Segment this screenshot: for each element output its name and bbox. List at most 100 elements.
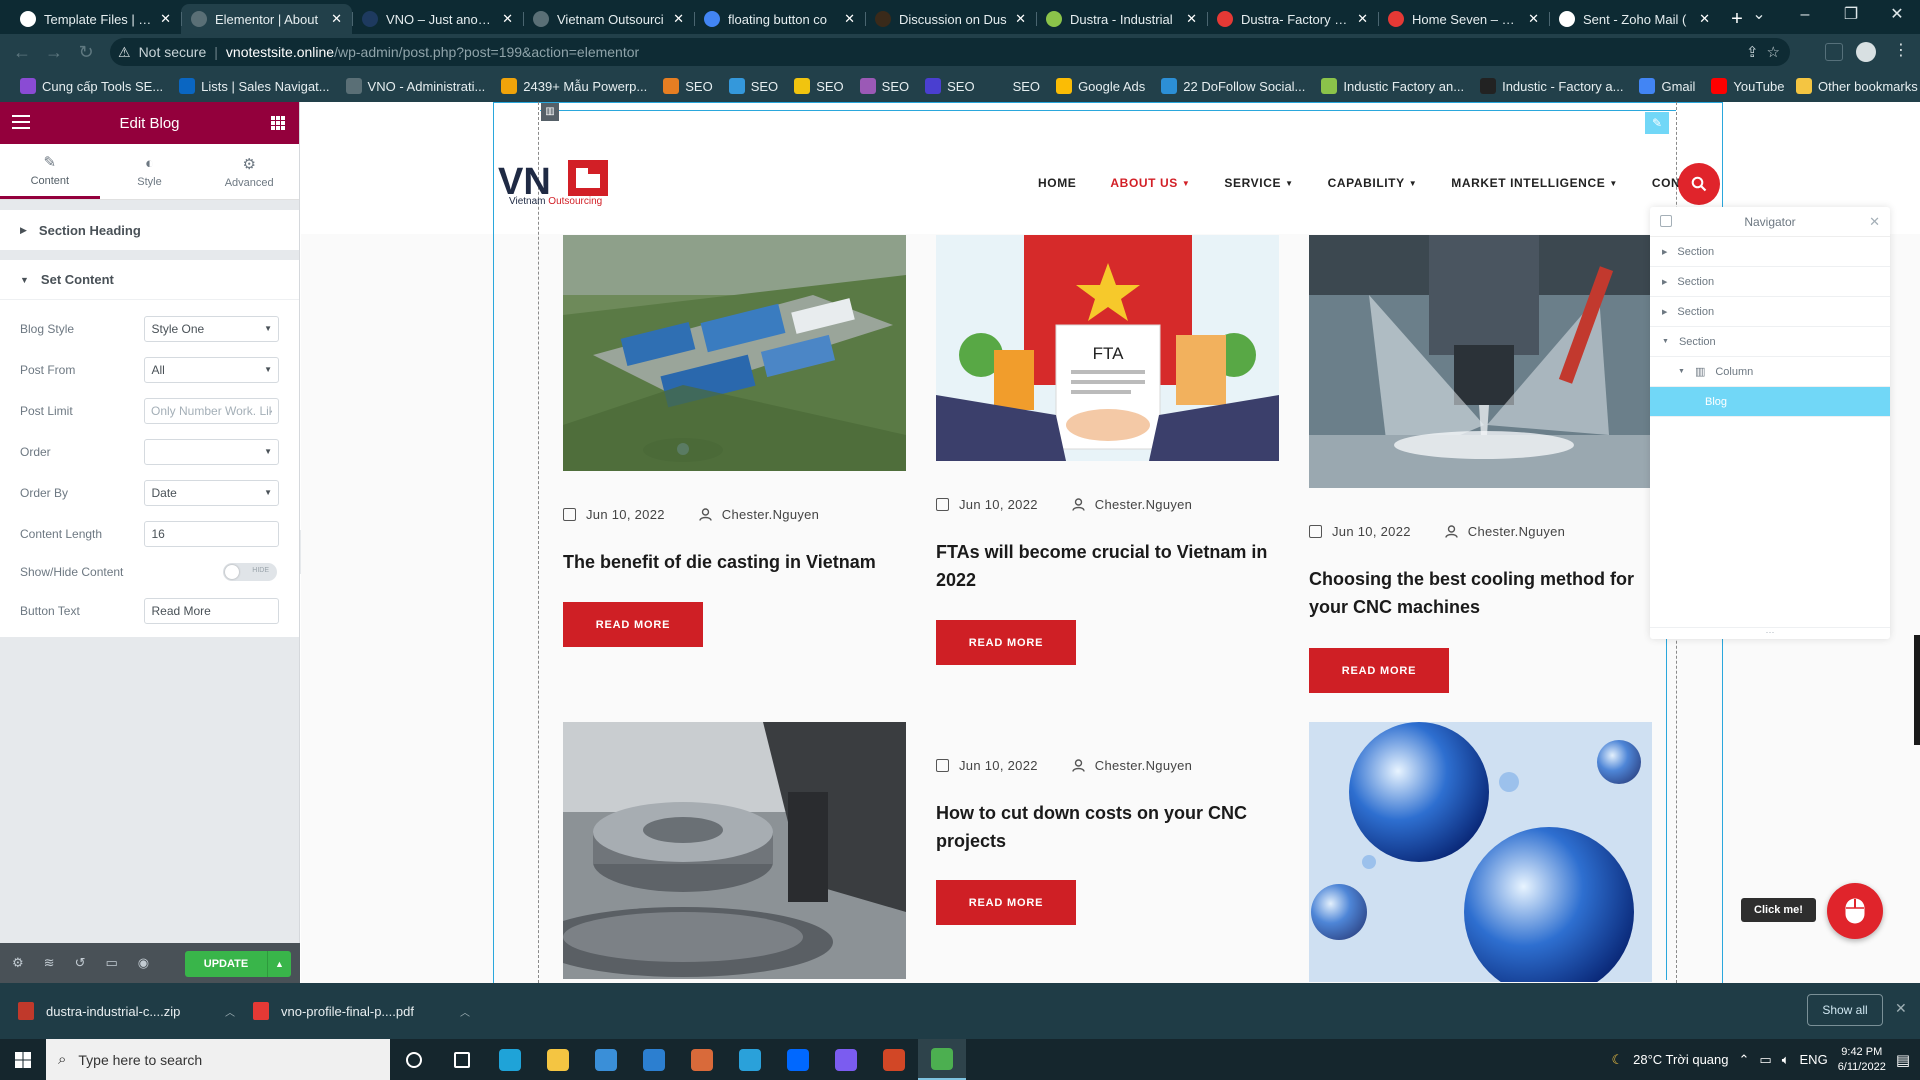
bookmark-item[interactable]: Gmail bbox=[1631, 78, 1703, 94]
section-heading-toggle[interactable]: ▶ Section Heading bbox=[0, 210, 299, 250]
taskbar-search-input[interactable]: ⌕ Type here to search bbox=[46, 1039, 390, 1080]
browser-tab[interactable]: Dustra - Industrial ✕ bbox=[1036, 4, 1207, 34]
show-hide-toggle[interactable]: HIDE bbox=[223, 563, 277, 581]
bookmark-item[interactable]: YouTube bbox=[1703, 78, 1792, 94]
preview-eye-icon[interactable]: ◉ bbox=[138, 955, 149, 971]
post-title[interactable]: The benefit of die casting in Vietnam bbox=[563, 548, 908, 576]
extensions-icon[interactable] bbox=[1825, 43, 1843, 61]
download-item[interactable]: vno-profile-final-p....pdf ︿ bbox=[235, 1002, 470, 1020]
chevron-up-icon[interactable]: ⌃ bbox=[1739, 1052, 1750, 1068]
post-title[interactable]: Choosing the best cooling method for you… bbox=[1309, 565, 1654, 621]
url-field[interactable]: ⚠ Not secure | vnotestsite.online/wp-adm… bbox=[110, 38, 1790, 66]
caret-right-icon[interactable]: ▶ bbox=[1662, 248, 1667, 256]
forward-icon[interactable]: → bbox=[38, 42, 70, 63]
post-limit-input[interactable]: Only Number Work. Lik bbox=[144, 397, 279, 424]
store-icon[interactable] bbox=[582, 1039, 630, 1080]
bookmark-item[interactable]: SEO bbox=[983, 78, 1048, 94]
chevron-up-icon[interactable]: ︿ bbox=[225, 1004, 235, 1019]
browser-tab[interactable]: Dustra- Factory Inc ✕ bbox=[1207, 4, 1378, 34]
browser-tab[interactable]: Discussion on Dus ✕ bbox=[865, 4, 1036, 34]
post-author[interactable]: Chester.Nguyen bbox=[1095, 497, 1192, 512]
nav-item-about-us[interactable]: ABOUT US ▼ bbox=[1093, 176, 1207, 190]
weather-text[interactable]: 28°C Trời quang bbox=[1633, 1052, 1728, 1067]
history-icon[interactable]: ↺ bbox=[75, 955, 86, 971]
browser-tab[interactable]: Sent - Zoho Mail (✕ bbox=[1549, 4, 1720, 34]
page-scrollbar[interactable] bbox=[1914, 635, 1920, 745]
search-button[interactable] bbox=[1678, 163, 1720, 205]
close-tab-icon[interactable]: ✕ bbox=[1357, 11, 1368, 27]
blog-style-select[interactable]: Style One ▼ bbox=[144, 315, 279, 342]
vpn-icon[interactable] bbox=[822, 1039, 870, 1080]
content-length-input[interactable]: 16 bbox=[144, 520, 279, 547]
close-icon[interactable]: ✕ bbox=[1869, 214, 1880, 230]
zalo-icon[interactable] bbox=[774, 1039, 822, 1080]
read-more-button[interactable]: READ MORE bbox=[936, 880, 1076, 925]
minimize-button[interactable]: – bbox=[1782, 0, 1828, 34]
close-window-button[interactable]: ✕ bbox=[1874, 0, 1920, 34]
post-from-select[interactable]: All ▼ bbox=[144, 356, 279, 383]
chrome-icon[interactable] bbox=[918, 1039, 966, 1080]
task-view-icon[interactable] bbox=[438, 1039, 486, 1080]
navigator-item-section[interactable]: ▼ Section bbox=[1650, 327, 1890, 357]
nav-item-capability[interactable]: CAPABILITY ▼ bbox=[1311, 176, 1435, 190]
bookmark-item[interactable]: 22 DoFollow Social... bbox=[1153, 78, 1313, 94]
hamburger-menu-icon[interactable] bbox=[12, 115, 30, 133]
layers-icon[interactable]: ≋ bbox=[44, 955, 55, 971]
post-title[interactable]: How to cut down costs on your CNC projec… bbox=[936, 799, 1281, 855]
settings-icon[interactable]: ⚙ bbox=[12, 955, 24, 971]
browser-tab[interactable]: VNO – Just another ✕ bbox=[352, 4, 523, 34]
floating-action-button[interactable] bbox=[1827, 883, 1883, 939]
telegram-icon[interactable] bbox=[726, 1039, 774, 1080]
caret-down-icon[interactable]: ▼ bbox=[1662, 338, 1669, 345]
bookmark-item[interactable]: Industic Factory an... bbox=[1313, 78, 1472, 94]
nav-item-service[interactable]: SERVICE ▼ bbox=[1207, 176, 1310, 190]
update-button[interactable]: UPDATE ▲ bbox=[185, 951, 291, 977]
clock[interactable]: 9:42 PM 6/11/2022 bbox=[1838, 1045, 1886, 1075]
post-image-fta[interactable]: FTA bbox=[936, 235, 1279, 461]
bookmark-item[interactable]: SEO bbox=[655, 78, 720, 94]
close-tab-icon[interactable]: ✕ bbox=[1699, 11, 1710, 27]
bookmark-item[interactable]: Lists | Sales Navigat... bbox=[171, 78, 337, 94]
close-icon[interactable]: ✕ bbox=[1895, 1000, 1907, 1017]
browser-tab[interactable]: Template Files | The ✕ bbox=[10, 4, 181, 34]
caret-right-icon[interactable]: ▶ bbox=[1662, 278, 1667, 286]
bookmark-item[interactable]: Google Ads bbox=[1048, 78, 1153, 94]
widgets-grid-icon[interactable] bbox=[271, 116, 285, 130]
browser-tab[interactable]: Home Seven – Dus ✕ bbox=[1378, 4, 1549, 34]
nav-item-home[interactable]: HOME bbox=[1021, 176, 1093, 190]
edge-icon[interactable] bbox=[486, 1039, 534, 1080]
bookmark-item[interactable]: SEO bbox=[917, 78, 982, 94]
caret-right-icon[interactable]: ▶ bbox=[1662, 308, 1667, 316]
warning-icon[interactable]: ⚠ bbox=[118, 44, 131, 61]
tab-search-button[interactable]: ⌄ bbox=[1736, 0, 1782, 34]
bookmark-item[interactable]: VNO - Administrati... bbox=[338, 78, 494, 94]
reload-icon[interactable]: ↻ bbox=[70, 42, 102, 63]
close-tab-icon[interactable]: ✕ bbox=[1015, 11, 1026, 27]
caret-down-icon[interactable]: ▼ bbox=[1678, 368, 1685, 375]
notifications-icon[interactable]: ▤ bbox=[1896, 1051, 1910, 1069]
post-author[interactable]: Chester.Nguyen bbox=[1468, 524, 1565, 539]
install-app-icon[interactable]: ⇪ bbox=[1746, 43, 1759, 61]
close-tab-icon[interactable]: ✕ bbox=[673, 11, 684, 27]
paint-icon[interactable] bbox=[678, 1039, 726, 1080]
nav-item-market-intelligence[interactable]: MARKET INTELLIGENCE ▼ bbox=[1434, 176, 1635, 190]
show-all-downloads-button[interactable]: Show all bbox=[1807, 994, 1883, 1026]
bookmark-item[interactable]: Industic - Factory a... bbox=[1472, 78, 1631, 94]
collapse-all-icon[interactable] bbox=[1660, 215, 1672, 227]
order-select[interactable]: ▼ bbox=[144, 438, 279, 465]
close-tab-icon[interactable]: ✕ bbox=[844, 11, 855, 27]
close-tab-icon[interactable]: ✕ bbox=[331, 11, 342, 27]
navigator-item-section[interactable]: ▶ Section bbox=[1650, 237, 1890, 267]
post-image-cnc-coolant[interactable] bbox=[1309, 235, 1652, 488]
read-more-button[interactable]: READ MORE bbox=[936, 620, 1076, 665]
post-image-gear-cutting[interactable] bbox=[563, 722, 906, 979]
profile-avatar[interactable] bbox=[1856, 42, 1876, 62]
cortana-icon[interactable] bbox=[390, 1039, 438, 1080]
bookmark-item[interactable]: SEO bbox=[852, 78, 917, 94]
post-author[interactable]: Chester.Nguyen bbox=[722, 507, 819, 522]
navigator-item-section[interactable]: ▶ Section bbox=[1650, 267, 1890, 297]
back-icon[interactable]: ← bbox=[6, 42, 38, 63]
post-title[interactable]: FTAs will become crucial to Vietnam in 2… bbox=[936, 538, 1281, 594]
read-more-button[interactable]: READ MORE bbox=[563, 602, 703, 647]
close-tab-icon[interactable]: ✕ bbox=[160, 11, 171, 27]
